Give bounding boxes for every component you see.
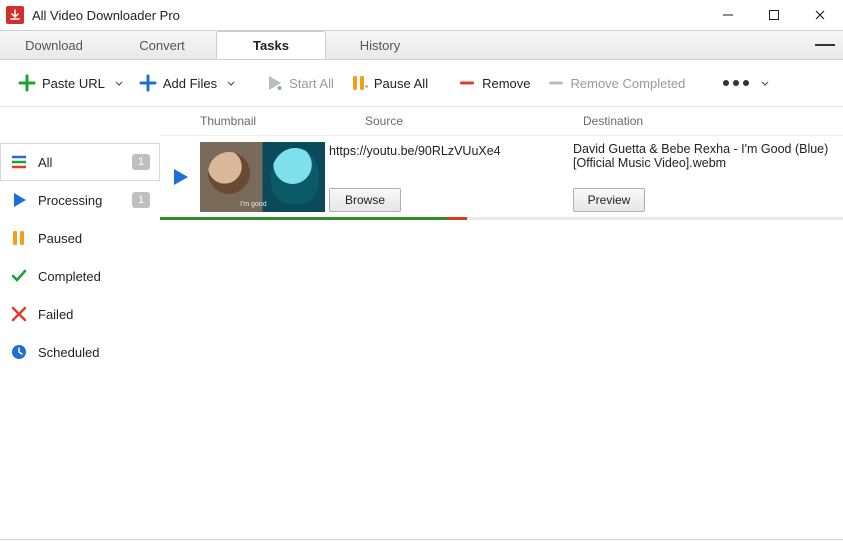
close-button[interactable] xyxy=(797,0,843,30)
minus-icon xyxy=(547,74,565,92)
paste-url-button[interactable]: Paste URL xyxy=(12,70,129,96)
chevron-down-icon[interactable] xyxy=(115,76,123,91)
thumbnail: I'm good xyxy=(200,142,325,212)
start-all-label: Start All xyxy=(289,76,334,91)
pause-all-button[interactable]: * Pause All xyxy=(344,70,434,96)
sidebar-item-label: Paused xyxy=(38,231,82,246)
preview-button[interactable]: Preview xyxy=(573,188,645,212)
dots-icon xyxy=(723,80,749,86)
title-bar: All Video Downloader Pro xyxy=(0,0,843,31)
col-destination[interactable]: Destination xyxy=(583,114,843,128)
sidebar-item-completed[interactable]: Completed xyxy=(0,257,160,295)
sidebar-item-processing[interactable]: Processing 1 xyxy=(0,181,160,219)
play-icon xyxy=(265,74,283,92)
minus-icon xyxy=(458,74,476,92)
col-thumbnail[interactable]: Thumbnail xyxy=(160,114,365,128)
sidebar-item-label: Processing xyxy=(38,193,102,208)
minimize-button[interactable] xyxy=(705,0,751,30)
tab-download[interactable]: Download xyxy=(0,31,108,59)
add-files-button[interactable]: Add Files xyxy=(133,70,241,96)
toolbar: Paste URL Add Files Start All * Pause Al… xyxy=(0,60,843,107)
plus-icon xyxy=(139,74,157,92)
check-icon xyxy=(10,267,28,285)
maximize-button[interactable] xyxy=(751,0,797,30)
tab-history[interactable]: History xyxy=(326,31,434,59)
remove-button[interactable]: Remove xyxy=(452,70,536,96)
sidebar-item-failed[interactable]: Failed xyxy=(0,295,160,333)
body: All 1 Processing 1 Paused Completed Fail… xyxy=(0,107,843,539)
app-title: All Video Downloader Pro xyxy=(32,8,705,23)
task-status-icon[interactable] xyxy=(160,142,200,212)
task-row[interactable]: I'm good https://youtu.be/90RLzVUuXe4 Br… xyxy=(160,136,843,221)
remove-label: Remove xyxy=(482,76,530,91)
thumb-text: I'm good xyxy=(240,201,321,208)
chevron-down-icon xyxy=(761,76,769,91)
clock-icon xyxy=(10,343,28,361)
tab-convert[interactable]: Convert xyxy=(108,31,216,59)
remove-completed-label: Remove Completed xyxy=(571,76,686,91)
sidebar-item-label: Completed xyxy=(38,269,101,284)
source-cell: https://youtu.be/90RLzVUuXe4 Browse xyxy=(325,142,573,212)
hamburger-icon xyxy=(815,44,835,46)
window-controls xyxy=(705,0,843,30)
more-button[interactable] xyxy=(709,72,775,95)
main-tabs: Download Convert Tasks History xyxy=(0,31,843,60)
chevron-down-icon[interactable] xyxy=(227,76,235,91)
sidebar-item-scheduled[interactable]: Scheduled xyxy=(0,333,160,371)
sidebar-item-label: All xyxy=(38,155,52,170)
pause-all-label: Pause All xyxy=(374,76,428,91)
sidebar-item-label: Scheduled xyxy=(38,345,99,360)
sidebar: All 1 Processing 1 Paused Completed Fail… xyxy=(0,107,160,539)
menu-button[interactable] xyxy=(807,31,843,59)
source-url: https://youtu.be/90RLzVUuXe4 xyxy=(329,144,565,158)
column-headers: Thumbnail Source Destination xyxy=(160,107,843,136)
col-source[interactable]: Source xyxy=(365,114,583,128)
sidebar-item-label: Failed xyxy=(38,307,73,322)
progress-bar xyxy=(160,217,843,220)
paste-url-label: Paste URL xyxy=(42,76,105,91)
x-icon xyxy=(10,305,28,323)
plus-icon xyxy=(18,74,36,92)
destination-cell: David Guetta & Bebe Rexha - I'm Good (Bl… xyxy=(573,142,843,212)
remove-completed-button[interactable]: Remove Completed xyxy=(541,70,692,96)
start-all-button[interactable]: Start All xyxy=(259,70,340,96)
add-files-label: Add Files xyxy=(163,76,217,91)
list-icon xyxy=(10,153,28,171)
sidebar-item-all[interactable]: All 1 xyxy=(0,143,160,181)
count-badge: 1 xyxy=(132,192,150,208)
destination-filename: David Guetta & Bebe Rexha - I'm Good (Bl… xyxy=(573,142,833,170)
svg-text:*: * xyxy=(365,84,368,92)
pause-icon xyxy=(10,229,28,247)
sidebar-item-paused[interactable]: Paused xyxy=(0,219,160,257)
pause-icon: * xyxy=(350,74,368,92)
tab-tasks[interactable]: Tasks xyxy=(216,31,326,59)
count-badge: 1 xyxy=(132,154,150,170)
play-icon xyxy=(10,191,28,209)
app-icon xyxy=(6,6,24,24)
main-panel: Thumbnail Source Destination I'm good ht… xyxy=(160,107,843,539)
browse-button[interactable]: Browse xyxy=(329,188,401,212)
